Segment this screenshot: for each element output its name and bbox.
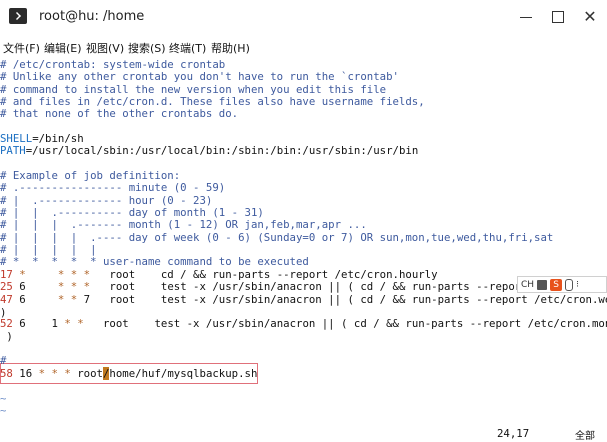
terminal-text: * * * [32, 367, 71, 380]
menu-file[interactable]: 文件(F) [3, 40, 40, 56]
terminal-text: ~ [0, 404, 7, 417]
ime-toolbar[interactable]: CH S ⁝ [517, 276, 607, 293]
menu-help[interactable]: 帮助(H) [211, 40, 250, 56]
terminal-line: 52 6 1 * * root test -x /usr/sbin/anacro… [0, 317, 607, 330]
ime-language-indicator[interactable]: CH [521, 280, 534, 290]
terminal-text: ) [0, 330, 13, 343]
menu-terminal[interactable]: 终端(T) [169, 40, 206, 56]
terminal-line: # * * * * * user-name command to be exec… [0, 255, 309, 268]
terminal-line: PATH=/usr/local/sbin:/usr/local/bin:/sbi… [0, 144, 418, 157]
terminal-text: 58 [0, 367, 13, 380]
terminal-text: * * [25, 293, 84, 306]
terminal-text: 6 [12, 293, 26, 306]
terminal-text: 7 root test -x /usr/sbin/anacron || ( cd… [83, 293, 607, 306]
terminal-line: ) [0, 330, 13, 343]
sogou-icon[interactable]: S [550, 278, 563, 291]
close-icon[interactable]: ✕ [579, 6, 601, 28]
terminal-app-icon [9, 8, 27, 24]
ime-more-icon[interactable]: ⁝ [576, 280, 580, 290]
terminal-text: PATH [0, 144, 26, 157]
terminal-line: 25 6 * * * root test -x /usr/sbin/anacro… [0, 280, 573, 293]
terminal-text: 6 1 [12, 317, 58, 330]
terminal-line: # [0, 354, 6, 367]
ime-moon-icon[interactable] [537, 279, 548, 290]
scroll-indicator: 全部 [575, 431, 595, 442]
terminal-text: # Unlike any other crontab you don't hav… [0, 70, 399, 83]
terminal-text: * * * [25, 280, 91, 293]
terminal-text: 52 [0, 317, 13, 330]
terminal-area[interactable]: # /etc/crontab: system-wide crontab # Unl… [0, 58, 607, 439]
terminal-line: # Unlike any other crontab you don't hav… [0, 70, 399, 83]
terminal-line: # that none of the other crontabs do. [0, 107, 238, 120]
minimize-icon[interactable] [515, 6, 537, 28]
terminal-text: # that none of the other crontabs do. [0, 107, 239, 120]
menu-view[interactable]: 视图(V) [86, 40, 124, 56]
terminal-text: # [0, 354, 7, 367]
menu-edit[interactable]: 编辑(E) [44, 40, 82, 56]
terminal-line: # | | | .------- month (1 - 12) OR jan,f… [0, 218, 367, 231]
terminal-text: 47 [0, 293, 13, 306]
terminal-text: root test -x /usr/sbin/anacron || ( cd /… [90, 280, 573, 293]
terminal-text: 16 [12, 367, 33, 380]
mic-icon[interactable] [565, 278, 574, 291]
terminal-line: ~ [0, 404, 6, 417]
menu-bar: 文件(F) 编辑(E) 视图(V) 搜索(S) 终端(T) 帮助(H) [0, 37, 607, 57]
terminal-text: * * [57, 317, 84, 330]
terminal-line: 47 6 * * 7 root test -x /usr/sbin/anacro… [0, 293, 607, 306]
terminal-text: 25 [0, 280, 13, 293]
terminal-text: # | | | .------- month (1 - 12) OR jan,f… [0, 218, 367, 231]
terminal-text: root test -x /usr/sbin/anacron || ( cd /… [83, 317, 607, 330]
terminal-line: 58 16 * * * root/home/huf/mysqlbackup.sh [0, 367, 257, 380]
terminal-text: root [70, 367, 103, 380]
terminal-line: # .---------------- minute (0 - 59) [0, 181, 225, 194]
menu-search[interactable]: 搜索(S) [128, 40, 166, 56]
terminal-text: home/huf/mysqlbackup.sh [109, 367, 258, 380]
maximize-icon[interactable] [547, 6, 569, 28]
window-title: root@hu: /home [39, 9, 145, 24]
terminal-text: 6 [12, 280, 26, 293]
title-bar: root@hu: /home ✕ [0, 0, 607, 36]
terminal-text: =/usr/local/sbin:/usr/local/bin:/sbin:/b… [25, 144, 419, 157]
cursor-position: 24,17 [497, 427, 530, 440]
terminal-text: # * * * * * user-name command to be exec… [0, 255, 309, 268]
terminal-text: # .---------------- minute (0 - 59) [0, 181, 226, 194]
